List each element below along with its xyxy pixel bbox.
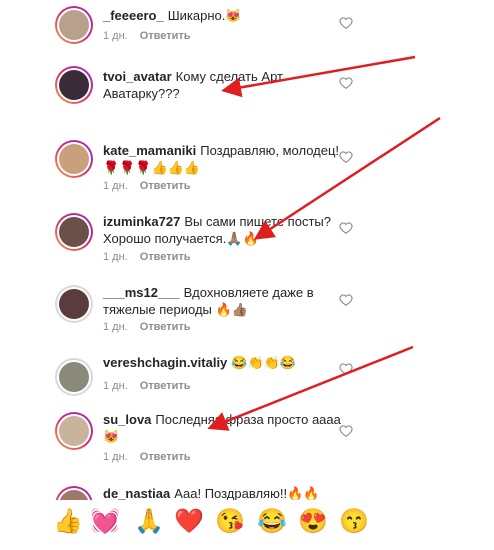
comments-panel: _feeeero_ Шикарно.😻 1 дн. Ответить tvoi_av… <box>33 0 369 550</box>
avatar[interactable] <box>55 412 93 450</box>
username[interactable]: de_nastiaa <box>103 486 170 501</box>
emoji-folded-hands[interactable]: 🙏 <box>134 508 164 536</box>
reply-button[interactable]: Ответить <box>140 451 191 463</box>
username[interactable]: tvoi_avatar <box>103 69 172 84</box>
comment-text: tvoi_avatar Кому сделать Арт Аватарку??? <box>103 68 343 102</box>
comment-text: su_lova Последняя фраза просто аааа😻 <box>103 411 343 445</box>
reply-button[interactable]: Ответить <box>140 180 191 192</box>
heart-icon[interactable] <box>339 76 353 90</box>
emoji-red-heart[interactable]: ❤️ <box>174 508 204 536</box>
comment-time: 1 дн. <box>103 30 128 42</box>
heart-icon[interactable] <box>339 362 353 376</box>
heart-icon[interactable] <box>339 221 353 235</box>
avatar[interactable] <box>55 6 93 44</box>
comment-meta: 1 дн. Ответить <box>103 30 191 42</box>
avatar[interactable] <box>55 213 93 251</box>
username[interactable]: _feeeero_ <box>103 8 164 23</box>
username[interactable]: su_lova <box>103 412 151 427</box>
comment-text: izuminka727 Вы сами пишете посты? Хорошо … <box>103 213 343 247</box>
emoji-sparkling-heart[interactable]: 💓 <box>90 508 120 536</box>
comment-body: Ааа! Поздравляю!!🔥🔥 <box>174 486 320 501</box>
reply-button[interactable]: Ответить <box>140 380 191 392</box>
emoji-kiss-face[interactable]: 😘 <box>215 508 245 536</box>
comment-meta: 1 дн. Ответить <box>103 451 191 463</box>
comment-text: ___ms12___ Вдохновляете даже в тяжелые пе… <box>103 284 343 318</box>
avatar[interactable] <box>55 140 93 178</box>
avatar[interactable] <box>55 358 93 396</box>
emoji-kissing-smiling[interactable]: 😙 <box>339 508 369 536</box>
username[interactable]: izuminka727 <box>103 214 180 229</box>
avatar[interactable] <box>55 285 93 323</box>
comment-body: 😂👏👏😂 <box>231 355 297 370</box>
comment-meta: 1 дн. Ответить <box>103 380 191 392</box>
heart-icon[interactable] <box>339 150 353 164</box>
heart-icon[interactable] <box>339 16 353 30</box>
comment-time: 1 дн. <box>103 180 128 192</box>
comment-time: 1 дн. <box>103 321 128 333</box>
username[interactable]: kate_mamaniki <box>103 143 196 158</box>
reply-button[interactable]: Ответить <box>140 251 191 263</box>
comment-meta: 1 дн. Ответить <box>103 180 191 192</box>
avatar[interactable] <box>55 66 93 104</box>
emoji-reaction-bar: 👍 💓 🙏 ❤️ 😘 😂 😍 😙 <box>33 500 369 544</box>
comment-time: 1 дн. <box>103 451 128 463</box>
comment-time: 1 дн. <box>103 380 128 392</box>
comment-text: kate_mamaniki Поздравляю, молодец!🌹🌹🌹👍👍👍 <box>103 142 343 176</box>
comment-text: _feeeero_ Шикарно.😻 <box>103 7 343 24</box>
heart-icon[interactable] <box>339 424 353 438</box>
username[interactable]: vereshchagin.vitaliy <box>103 355 227 370</box>
heart-icon[interactable] <box>339 293 353 307</box>
reply-button[interactable]: Ответить <box>140 30 191 42</box>
comment-meta: 1 дн. Ответить <box>103 251 191 263</box>
comment-body: Шикарно.😻 <box>167 8 242 23</box>
comment-time: 1 дн. <box>103 251 128 263</box>
emoji-tears-of-joy[interactable]: 😂 <box>257 508 287 536</box>
emoji-heart-eyes[interactable]: 😍 <box>298 508 328 536</box>
comment-meta: 1 дн. Ответить <box>103 321 191 333</box>
comment-text: vereshchagin.vitaliy 😂👏👏😂 <box>103 354 343 371</box>
username[interactable]: ___ms12___ <box>103 285 180 300</box>
emoji-thumbs-up[interactable]: 👍 <box>53 508 83 536</box>
reply-button[interactable]: Ответить <box>140 321 191 333</box>
